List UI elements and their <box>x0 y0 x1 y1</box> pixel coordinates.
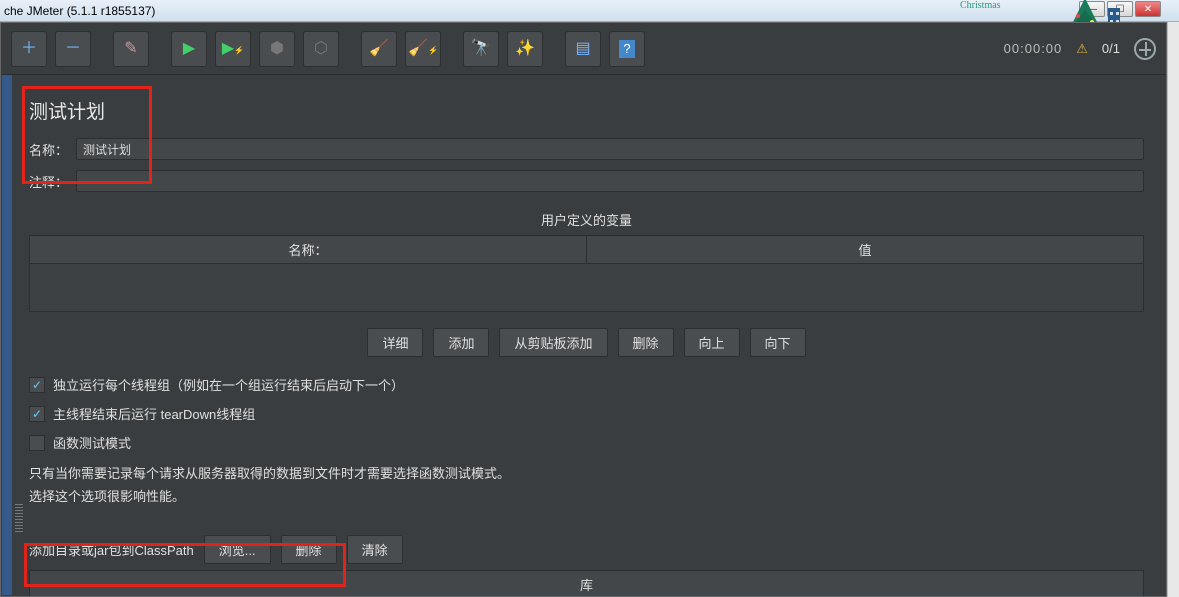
down-var-button[interactable]: 向下 <box>750 328 806 357</box>
thread-count: 0/1 <box>1102 41 1120 56</box>
tree-panel-edge[interactable] <box>2 75 12 595</box>
app-frame: ＋ － ✎ ▶ ▶⚡ ⬢ ⬡ 🧹 🧹⚡ 🔭 ✨ ▤ ? 00:00:00 ⚠ 0… <box>0 22 1167 597</box>
toolbar: ＋ － ✎ ▶ ▶⚡ ⬢ ⬡ 🧹 🧹⚡ 🔭 ✨ ▤ ? 00:00:00 ⚠ 0… <box>1 23 1166 75</box>
paste-var-button[interactable]: 从剪贴板添加 <box>499 328 607 357</box>
reset-search-button[interactable]: ✨ <box>507 31 543 67</box>
vars-table-body[interactable] <box>29 264 1144 312</box>
comment-label: 注释： <box>29 172 68 191</box>
vars-button-row: 详细 添加 从剪贴板添加 删除 向上 向下 <box>29 328 1144 357</box>
col-name: 名称： <box>30 236 587 263</box>
hint-line1: 只有当你需要记录每个请求从服务器取得的数据到文件时才需要选择函数测试模式。 <box>29 462 1144 485</box>
function-helper-button[interactable]: ▤ <box>565 31 601 67</box>
hint-line2: 选择这个选项很影响性能。 <box>29 485 1144 508</box>
add-var-button[interactable]: 添加 <box>433 328 489 357</box>
start-button[interactable]: ▶ <box>171 31 207 67</box>
name-input[interactable] <box>76 138 1144 160</box>
teardown-checkbox[interactable] <box>29 406 45 422</box>
close-button[interactable]: ✕ <box>1135 1 1161 17</box>
browse-button[interactable]: 浏览... <box>204 535 271 564</box>
test-plan-panel: 测试计划 名称： 注释： 用户定义的变量 名称： 值 详细 添加 从剪贴板添加 … <box>15 79 1158 596</box>
search-button[interactable]: 🔭 <box>463 31 499 67</box>
warning-icon[interactable]: ⚠ <box>1076 41 1088 57</box>
globe-icon[interactable] <box>1134 38 1156 60</box>
cp-clear-button[interactable]: 清除 <box>347 535 403 564</box>
shutdown-button[interactable]: ⬡ <box>303 31 339 67</box>
clear-button[interactable]: 🧹 <box>361 31 397 67</box>
start-no-pause-button[interactable]: ▶⚡ <box>215 31 251 67</box>
detail-button[interactable]: 详细 <box>367 328 423 357</box>
cp-delete-button[interactable]: 删除 <box>281 535 337 564</box>
add-button[interactable]: ＋ <box>11 31 47 67</box>
serialize-checkbox[interactable] <box>29 377 45 393</box>
col-value: 值 <box>587 236 1143 263</box>
panel-title: 测试计划 <box>29 97 1144 124</box>
teardown-label: 主线程结束后运行 tearDown线程组 <box>53 404 255 423</box>
functest-label: 函数测试模式 <box>53 433 131 452</box>
delete-var-button[interactable]: 删除 <box>618 328 674 357</box>
vars-table-header: 名称： 值 <box>29 235 1144 264</box>
lib-header: 库 <box>29 570 1144 596</box>
vars-section-title: 用户定义的变量 <box>29 210 1144 229</box>
name-label: 名称： <box>29 140 68 159</box>
help-button[interactable]: ? <box>609 31 645 67</box>
svg-text:Christmas: Christmas <box>960 0 1001 11</box>
comment-input[interactable] <box>76 170 1144 192</box>
vertical-scrollbar[interactable] <box>1167 22 1179 597</box>
stop-button[interactable]: ⬢ <box>259 31 295 67</box>
functest-hint: 只有当你需要记录每个请求从服务器取得的数据到文件时才需要选择函数测试模式。 选择… <box>29 462 1144 509</box>
serialize-label: 独立运行每个线程组（例如在一个组运行结束后启动下一个） <box>53 375 404 394</box>
up-var-button[interactable]: 向上 <box>684 328 740 357</box>
window-title: che JMeter (5.1.1 r1855137) <box>4 4 155 18</box>
remove-button[interactable]: － <box>55 31 91 67</box>
functest-checkbox[interactable] <box>29 435 45 451</box>
edit-button[interactable]: ✎ <box>113 31 149 67</box>
splitter-grip[interactable] <box>15 504 23 532</box>
run-timer: 00:00:00 <box>1004 41 1063 56</box>
classpath-label: 添加目录或jar包到ClassPath <box>29 540 194 559</box>
clear-all-button[interactable]: 🧹⚡ <box>405 31 441 67</box>
